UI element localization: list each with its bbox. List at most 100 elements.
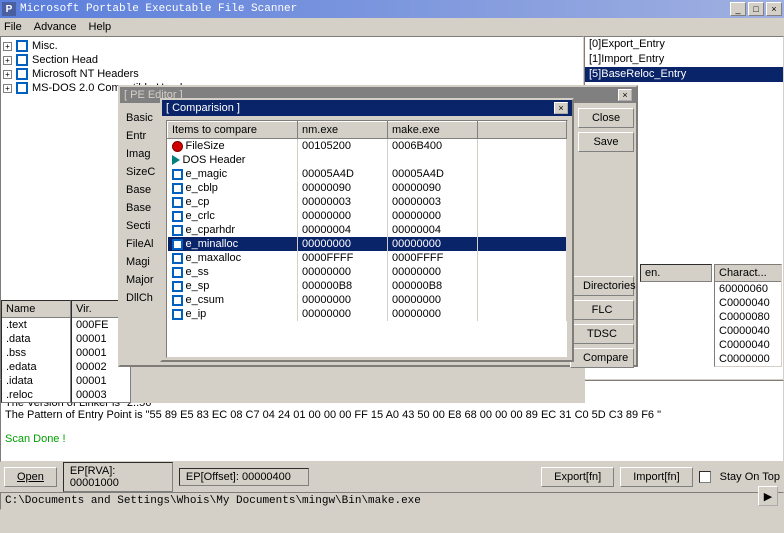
cmp-val2: 00000000 — [388, 307, 478, 321]
section-name[interactable]: .reloc — [2, 388, 70, 402]
cmp-row[interactable]: e_crlc0000000000000000 — [168, 209, 567, 223]
compare-button[interactable]: Compare — [570, 348, 634, 368]
cmp-val1: 00000004 — [298, 223, 388, 237]
cmp-val2: 00000000 — [388, 293, 478, 307]
cmp-val1: 00000000 — [298, 265, 388, 279]
cmp-val1: 00000000 — [298, 237, 388, 251]
flc-button[interactable]: FLC — [570, 300, 634, 320]
comparision-title: [ Comparision ] — [166, 102, 240, 114]
comparision-titlebar[interactable]: [ Comparision ] × — [162, 100, 572, 116]
entry-item[interactable]: [5]BaseReloc_Entry — [585, 67, 783, 82]
cmp-row[interactable]: e_csum0000000000000000 — [168, 293, 567, 307]
cmp-val1: 00105200 — [298, 139, 388, 154]
maximize-button[interactable]: □ — [748, 2, 764, 16]
cmp-val1: 00005A4D — [298, 167, 388, 181]
comparision-grid[interactable]: Items to compare nm.exe make.exe FileSiz… — [166, 120, 568, 358]
entry-item[interactable]: [1]Import_Entry — [585, 52, 783, 67]
cmp-val2: 0000FFFF — [388, 251, 478, 265]
cmp-header-col2[interactable]: make.exe — [388, 122, 478, 139]
menu-help[interactable]: Help — [89, 21, 112, 33]
titlebar: P Microsoft Portable Executable File Sca… — [0, 0, 784, 18]
field-icon — [172, 295, 183, 306]
section-name[interactable]: .bss — [2, 346, 70, 360]
cmp-row[interactable]: e_minalloc0000000000000000 — [168, 237, 567, 251]
cmp-val2: 00005A4D — [388, 167, 478, 181]
menu-advance[interactable]: Advance — [34, 21, 77, 33]
cmp-row[interactable]: e_cblp0000009000000090 — [168, 181, 567, 195]
comparision-close-button[interactable]: × — [554, 102, 568, 114]
charact-value: C0000040 — [715, 324, 781, 338]
section-name[interactable]: .text — [2, 318, 70, 332]
cmp-header-items[interactable]: Items to compare — [168, 122, 298, 139]
bottom-toolbar: Open EP[RVA]: 00001000 EP[Offset]: 00000… — [0, 462, 784, 492]
cmp-header-blank[interactable] — [478, 122, 567, 139]
import-button[interactable]: Import[fn] — [620, 467, 692, 487]
section-name[interactable]: .edata — [2, 360, 70, 374]
field-icon — [172, 309, 183, 320]
export-button[interactable]: Export[fn] — [541, 467, 614, 487]
group-icon — [172, 155, 180, 165]
stay-on-top-label: Stay On Top — [720, 471, 780, 483]
section-name[interactable]: .idata — [2, 374, 70, 388]
close-button[interactable]: × — [766, 2, 782, 16]
cmp-header-col1[interactable]: nm.exe — [298, 122, 388, 139]
close-dialog-button[interactable]: Close — [578, 108, 634, 128]
entry-item[interactable]: [0]Export_Entry — [585, 37, 783, 52]
cmp-val1: 00000000 — [298, 307, 388, 321]
charact-value: C0000040 — [715, 338, 781, 352]
node-icon — [16, 82, 28, 94]
cmp-row[interactable]: e_maxalloc0000FFFF0000FFFF — [168, 251, 567, 265]
expand-icon[interactable]: + — [3, 42, 12, 51]
tdsc-button[interactable]: TDSC — [570, 324, 634, 344]
col-header-en[interactable]: en. — [640, 264, 712, 282]
cmp-row[interactable]: e_ss0000000000000000 — [168, 265, 567, 279]
expand-icon[interactable]: + — [3, 70, 12, 79]
tree-item[interactable]: + Microsoft NT Headers — [3, 67, 581, 81]
log-scan-done: Scan Done ! — [5, 433, 779, 445]
section-vir: 00001 — [72, 374, 130, 388]
cmp-val2: 0006B400 — [388, 139, 478, 154]
save-button[interactable]: Save — [578, 132, 634, 152]
pe-editor-close-button[interactable]: × — [618, 89, 632, 101]
cmp-row[interactable]: e_sp000000B8000000B8 — [168, 279, 567, 293]
expand-icon[interactable]: + — [3, 84, 12, 93]
sections-col-name[interactable]: Name — [2, 301, 70, 318]
tree-label: Microsoft NT Headers — [32, 68, 139, 80]
cmp-val2: 00000003 — [388, 195, 478, 209]
tree-label: Section Head — [32, 54, 98, 66]
cmp-item: e_cparhdr — [168, 223, 298, 237]
tree-item[interactable]: +Misc. — [3, 39, 581, 53]
menu-file[interactable]: File — [4, 21, 22, 33]
cmp-item: e_ss — [168, 265, 298, 279]
cmp-item: DOS Header — [168, 153, 298, 167]
stay-on-top-checkbox[interactable] — [699, 471, 711, 483]
section-vir: 00003 — [72, 388, 130, 402]
charact-header[interactable]: Charact... — [715, 265, 781, 282]
charact-value: C0000080 — [715, 310, 781, 324]
field-icon — [172, 211, 183, 222]
field-icon — [172, 253, 183, 264]
cmp-val1: 00000090 — [298, 181, 388, 195]
cmp-val2: 00000090 — [388, 181, 478, 195]
field-icon — [172, 281, 183, 292]
section-name[interactable]: .data — [2, 332, 70, 346]
cmp-row[interactable]: e_ip0000000000000000 — [168, 307, 567, 321]
field-icon — [172, 197, 183, 208]
cmp-row[interactable]: FileSize001052000006B400 — [168, 139, 567, 154]
cmp-val1: 0000FFFF — [298, 251, 388, 265]
scroll-right-button[interactable]: ▶ — [758, 486, 778, 506]
status-path: C:\Documents and Settings\Whois\My Docum… — [0, 492, 784, 510]
pe-side-buttons: Close Save — [578, 108, 634, 152]
cmp-row[interactable]: DOS Header — [168, 153, 567, 167]
expand-icon[interactable]: + — [3, 56, 12, 65]
directories-button[interactable]: Directories — [570, 276, 634, 296]
cmp-val2 — [388, 153, 478, 167]
cmp-item: e_minalloc — [168, 237, 298, 251]
cmp-row[interactable]: e_magic00005A4D00005A4D — [168, 167, 567, 181]
minimize-button[interactable]: _ — [730, 2, 746, 16]
field-icon — [172, 239, 183, 250]
cmp-row[interactable]: e_cparhdr0000000400000004 — [168, 223, 567, 237]
open-button[interactable]: Open — [4, 467, 57, 487]
tree-item[interactable]: + Section Head — [3, 53, 581, 67]
cmp-row[interactable]: e_cp0000000300000003 — [168, 195, 567, 209]
